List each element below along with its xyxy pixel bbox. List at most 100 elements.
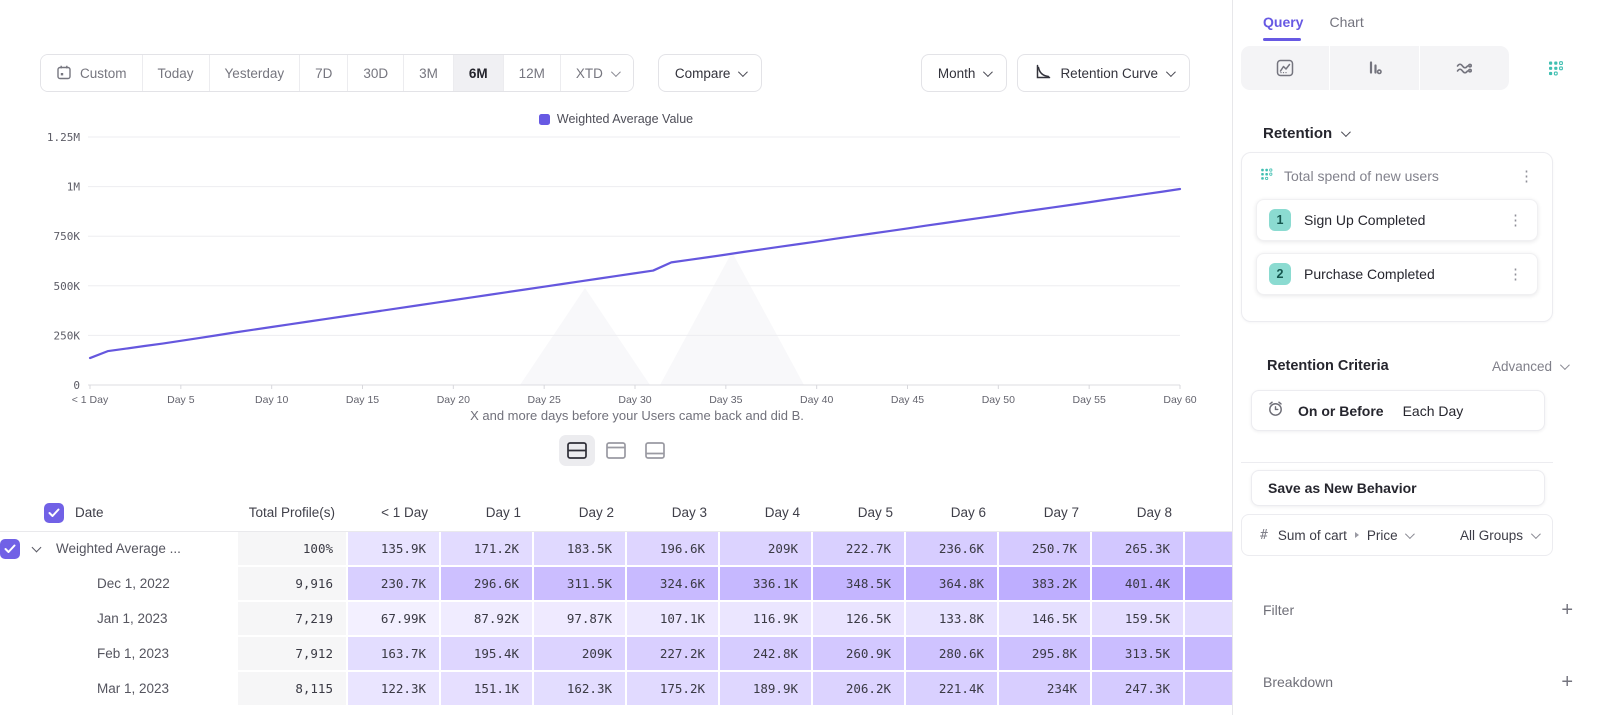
- row-label-cell[interactable]: Weighted Average ...: [0, 532, 238, 567]
- total-profiles-cell: 8,115: [238, 672, 348, 707]
- divider: [1241, 462, 1553, 463]
- y-axis-tick-label: 500K: [54, 280, 81, 293]
- retention-value-cell: 146.5K: [999, 602, 1092, 637]
- add-breakdown-button[interactable]: +: [1561, 672, 1573, 692]
- chart-type-dropdown[interactable]: Retention Curve: [1017, 54, 1190, 92]
- date-range-12m[interactable]: 12M: [504, 55, 561, 91]
- column-header: Day 8: [1092, 494, 1185, 531]
- x-axis-tick-label: Day 50: [982, 394, 1015, 406]
- date-range-yesterday[interactable]: Yesterday: [210, 55, 301, 91]
- row-label-cell[interactable]: Mar 1, 2023: [0, 672, 238, 707]
- row-checkbox[interactable]: [0, 539, 20, 559]
- flows-icon: [1454, 58, 1474, 78]
- retention-value-cell: 159.5K: [1092, 602, 1185, 637]
- tab-query[interactable]: Query: [1263, 0, 1303, 44]
- measure-property-dropdown[interactable]: Sum of cart Price: [1278, 528, 1412, 543]
- retention-value-cell: 162.3K: [534, 672, 627, 707]
- compare-button[interactable]: Compare: [658, 54, 763, 92]
- retention-line[interactable]: [90, 189, 1180, 358]
- retention-value-cell: 401.4K: [1092, 567, 1185, 602]
- report-tab-insights[interactable]: [1241, 46, 1330, 90]
- date-range-30d[interactable]: 30D: [348, 55, 404, 91]
- date-range-7d[interactable]: 7D: [300, 55, 348, 91]
- granularity-dropdown[interactable]: Month: [921, 54, 1008, 92]
- column-header: Day 2: [534, 494, 627, 531]
- date-range-today[interactable]: Today: [143, 55, 210, 91]
- layout-toggle-group: [0, 435, 1232, 466]
- layout-split-view-button[interactable]: [559, 435, 595, 466]
- retention-value-cell: 189.9K: [720, 672, 813, 707]
- table-row: Mar 1, 20238,115122.3K151.1K162.3K175.2K…: [0, 672, 1232, 707]
- retention-value-cell: [1185, 672, 1232, 707]
- date-range-3m[interactable]: 3M: [404, 55, 454, 91]
- retention-value-cell: 324.6K: [627, 567, 720, 602]
- table-row: Jan 1, 20237,21967.99K87.92K97.87K107.1K…: [0, 602, 1232, 637]
- behavior-retention-icon: [1258, 166, 1274, 187]
- retention-value-cell: [1185, 602, 1232, 637]
- retention-value-cell: 126.5K: [813, 602, 906, 637]
- column-header: Total Profile(s): [238, 494, 348, 531]
- criteria-condition: On or Before: [1298, 403, 1384, 419]
- retention-value-cell: 260.9K: [813, 637, 906, 672]
- layout-chart-only-button[interactable]: [598, 435, 634, 466]
- criteria-mode-dropdown[interactable]: Advanced: [1492, 359, 1567, 374]
- chevron-down-icon: [1531, 529, 1541, 539]
- save-as-new-behavior-button[interactable]: Save as New Behavior: [1251, 470, 1545, 506]
- column-header: Day 5: [813, 494, 906, 531]
- kebab-menu-icon[interactable]: ⋮: [1504, 211, 1527, 230]
- retention-value-cell: 122.3K: [348, 672, 441, 707]
- query-sidebar: Query Chart: [1232, 0, 1600, 715]
- retention-value-cell: [1185, 637, 1232, 672]
- retention-value-cell: 364.8K: [906, 567, 999, 602]
- retention-curve-icon: [1034, 63, 1052, 84]
- row-label: Jan 1, 2023: [97, 602, 168, 635]
- date-range-6m[interactable]: 6M: [454, 55, 504, 91]
- x-axis-tick-label: Day 60: [1163, 394, 1196, 406]
- total-profiles-cell: 7,219: [238, 602, 348, 637]
- report-tab-flows[interactable]: [1420, 46, 1509, 90]
- date-range-xtd[interactable]: XTD: [561, 55, 633, 91]
- kebab-menu-icon[interactable]: ⋮: [1504, 265, 1527, 284]
- layout-table-only-button[interactable]: [637, 435, 673, 466]
- row-label-cell[interactable]: Dec 1, 2022: [0, 567, 238, 602]
- x-axis-tick-label: Day 30: [618, 394, 651, 406]
- group-selector-dropdown[interactable]: All Groups: [1460, 528, 1538, 543]
- total-profiles-cell: 7,912: [238, 637, 348, 672]
- select-all-checkbox[interactable]: [44, 503, 64, 523]
- x-axis-tick-label: Day 35: [709, 394, 742, 406]
- retention-curve-chart[interactable]: 0250K500K750K1M1.25M< 1 DayDay 5Day 10Da…: [0, 130, 1232, 422]
- kebab-menu-icon[interactable]: ⋮: [1515, 167, 1538, 186]
- x-axis-tick-label: Day 45: [891, 394, 924, 406]
- column-header-date: Date: [75, 494, 104, 531]
- report-tab-funnels[interactable]: [1330, 46, 1419, 90]
- retention-value-cell: 247.3K: [1092, 672, 1185, 707]
- chart-legend: Weighted Average Value: [0, 112, 1232, 126]
- date-range-custom[interactable]: Custom: [41, 55, 143, 91]
- row-label-cell[interactable]: Jan 1, 2023: [0, 602, 238, 637]
- x-axis-tick-label: Day 15: [346, 394, 379, 406]
- column-header: < 1 Day: [348, 494, 441, 531]
- date-range-picker: Custom Today Yesterday 7D 30D 3M 6M 12M …: [40, 54, 634, 92]
- retention-value-cell: 221.4K: [906, 672, 999, 707]
- total-profiles-cell: 9,916: [238, 567, 348, 602]
- step-number-badge: 2: [1269, 263, 1291, 285]
- step-number-badge: 1: [1269, 209, 1291, 231]
- retention-section-title[interactable]: Retention: [1263, 125, 1348, 142]
- retention-value-cell: 383.2K: [999, 567, 1092, 602]
- retention-icon: [1545, 58, 1565, 78]
- retention-value-cell: 230.7K: [348, 567, 441, 602]
- behavior-step-2[interactable]: 2 Purchase Completed ⋮: [1256, 253, 1538, 295]
- measure-row: # Sum of cart Price All Groups: [1241, 514, 1553, 556]
- criteria-card[interactable]: On or Before Each Day: [1251, 390, 1545, 431]
- add-filter-button[interactable]: +: [1561, 600, 1573, 620]
- behavior-title: Total spend of new users: [1284, 168, 1505, 184]
- expand-row-chevron[interactable]: [32, 542, 42, 552]
- retention-value-cell: 209K: [720, 532, 813, 567]
- column-header: Day 1: [441, 494, 534, 531]
- caret-right-icon: [1355, 532, 1359, 538]
- tab-chart[interactable]: Chart: [1329, 0, 1363, 44]
- report-tab-retention[interactable]: [1509, 46, 1600, 90]
- row-label-cell[interactable]: Feb 1, 2023: [0, 637, 238, 672]
- x-axis-tick-label: Day 55: [1073, 394, 1106, 406]
- behavior-step-1[interactable]: 1 Sign Up Completed ⋮: [1256, 199, 1538, 241]
